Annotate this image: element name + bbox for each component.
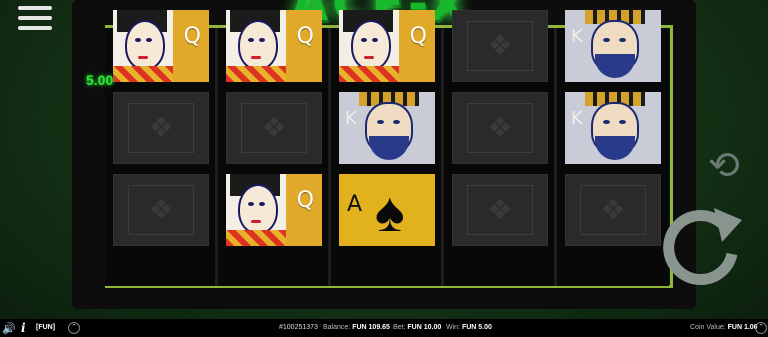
- queen-face: [339, 10, 399, 82]
- menu-button[interactable]: [18, 2, 52, 36]
- spade-icon: ♠: [375, 180, 405, 243]
- card-rank: K: [345, 108, 357, 129]
- win-value: FUN 5.00: [461, 324, 492, 331]
- mode-label: [FUN]: [36, 324, 56, 331]
- spin-icon: [663, 208, 742, 286]
- bet-label: Bet:: [393, 324, 406, 331]
- info-icon[interactable]: i: [21, 321, 26, 335]
- queen-face: [226, 10, 286, 82]
- win-display: Win: FUN 5.00: [446, 324, 492, 331]
- queen-face: [226, 174, 286, 246]
- coin-value-display: Coin Value: FUN 1.00: [690, 324, 758, 331]
- hamburger-menu-icon: [18, 6, 52, 10]
- card-rank: K: [571, 26, 583, 47]
- autoplay-icon: ⟲: [708, 145, 740, 187]
- status-bar: 🔊 i [FUN] ⌃ #100251373 Balance: FUN 109.…: [0, 319, 768, 337]
- card-rank: Q: [409, 24, 427, 49]
- king-symbol: K: [565, 92, 661, 164]
- autoplay-button[interactable]: ⟲: [708, 146, 740, 186]
- win-line-value: 5.00: [86, 72, 114, 88]
- blank-symbol: [452, 174, 548, 246]
- queen-symbol: Q: [113, 10, 209, 82]
- blank-symbol: [452, 10, 548, 82]
- king-symbol: K: [339, 92, 435, 164]
- sound-icon[interactable]: 🔊: [2, 322, 16, 335]
- card-rank: Q: [183, 24, 201, 49]
- coin-value-label: Coin Value:: [690, 324, 726, 331]
- queen-symbol: Q: [226, 10, 322, 82]
- balance-display: Balance: FUN 109.65: [323, 324, 390, 331]
- blank-symbol: [452, 92, 548, 164]
- bet-display: Bet: FUN 10.00: [393, 324, 441, 331]
- card-rank: A: [347, 192, 363, 217]
- ace-symbol: A ♠: [339, 174, 435, 246]
- blank-symbol: [565, 174, 661, 246]
- blank-symbol: [113, 92, 209, 164]
- blank-symbol: [226, 92, 322, 164]
- balance-value: FUN 109.65: [352, 324, 390, 331]
- round-id: #100251373: [279, 324, 318, 331]
- queen-face: [113, 10, 173, 82]
- chevron-up-icon[interactable]: ⌃: [755, 322, 767, 334]
- queen-symbol: Q: [339, 10, 435, 82]
- balance-label: Balance:: [323, 324, 351, 331]
- king-symbol: K: [565, 10, 661, 82]
- bet-value: FUN 10.00: [407, 324, 442, 331]
- card-rank: Q: [296, 24, 314, 49]
- blank-symbol: [113, 174, 209, 246]
- win-label: Win:: [446, 324, 460, 331]
- coin-value-value: FUN 1.00: [727, 324, 758, 331]
- card-rank: K: [571, 108, 583, 129]
- chevron-up-icon[interactable]: ⌃: [68, 322, 80, 334]
- queen-symbol: Q: [226, 174, 322, 246]
- spin-button[interactable]: [656, 198, 746, 288]
- card-rank: Q: [296, 188, 314, 213]
